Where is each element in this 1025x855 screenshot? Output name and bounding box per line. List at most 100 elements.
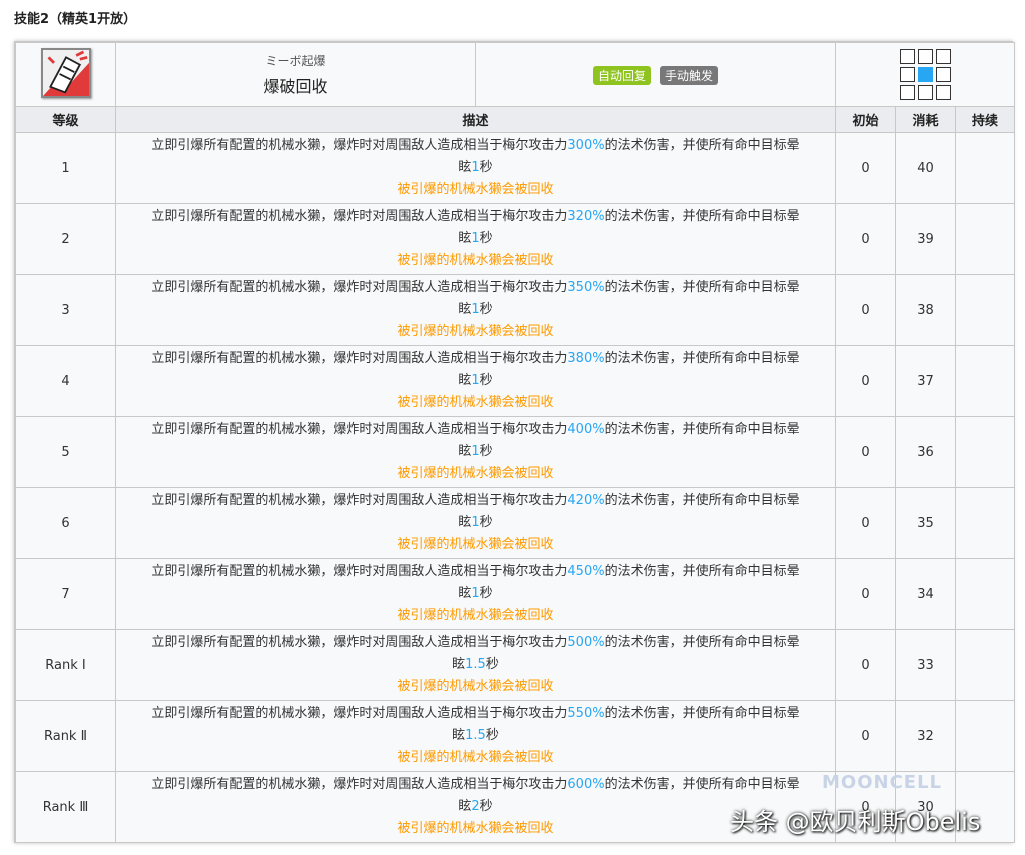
recycle-note: 被引爆的机械水獭会被回收 xyxy=(397,821,554,836)
desc-line-2: 眩1.5秒 xyxy=(452,657,499,672)
damage-percent: 450% xyxy=(567,564,605,579)
desc-line-1: 立即引爆所有配置的机械水獭，爆炸时对周围敌人造成相当于梅尔攻击力420%的法术伤… xyxy=(151,493,800,508)
recycle-note: 被引爆的机械水獭会被回收 xyxy=(397,750,554,765)
header-initial: 初始 xyxy=(835,106,896,133)
level-cell: 3 xyxy=(15,274,116,346)
duration-cell xyxy=(954,274,1016,346)
duration-cell xyxy=(954,558,1016,630)
stun-seconds: 1 xyxy=(471,373,480,388)
desc-line-2: 眩2秒 xyxy=(458,799,493,814)
skill-table: ミーボ起爆 爆破回收 自动回复 手动触发 等级 描述 初始 消耗 持续 1 立即引… xyxy=(15,42,1016,843)
level-cell: Rank Ⅱ xyxy=(15,700,116,772)
tag-manual-trigger: 手动触发 xyxy=(660,65,719,85)
damage-percent: 400% xyxy=(567,422,605,437)
duration-cell xyxy=(954,416,1016,488)
recycle-note: 被引爆的机械水獭会被回收 xyxy=(397,182,554,197)
table-row: 7 立即引爆所有配置的机械水獭，爆炸时对周围敌人造成相当于梅尔攻击力450%的法术… xyxy=(15,558,1016,630)
stun-seconds: 1.5 xyxy=(465,728,486,743)
damage-percent: 500% xyxy=(567,635,605,650)
desc-cell: 立即引爆所有配置的机械水獭，爆炸时对周围敌人造成相当于梅尔攻击力450%的法术伤… xyxy=(115,558,836,630)
desc-line-2: 眩1秒 xyxy=(458,160,493,175)
stun-seconds: 1 xyxy=(471,231,480,246)
skill-icon-cell xyxy=(15,42,116,107)
initial-cell: 0 xyxy=(835,558,896,630)
skill-tags-cell: 自动回复 手动触发 xyxy=(475,42,836,107)
desc-line-1: 立即引爆所有配置的机械水獭，爆炸时对周围敌人造成相当于梅尔攻击力400%的法术伤… xyxy=(151,422,800,437)
level-cell: Rank Ⅰ xyxy=(15,629,116,701)
initial-cell: 0 xyxy=(835,629,896,701)
desc-line-2: 眩1秒 xyxy=(458,231,493,246)
author-watermark: 头条 @欧贝利斯Obelis xyxy=(730,808,981,836)
desc-line-1: 立即引爆所有配置的机械水獭，爆炸时对周围敌人造成相当于梅尔攻击力350%的法术伤… xyxy=(151,280,800,295)
table-row: Rank Ⅱ 立即引爆所有配置的机械水獭，爆炸时对周围敌人造成相当于梅尔攻击力55… xyxy=(15,700,1016,772)
desc-cell: 立即引爆所有配置的机械水獭，爆炸时对周围敌人造成相当于梅尔攻击力600%的法术伤… xyxy=(115,771,836,843)
section-title: 技能2（精英1开放） xyxy=(14,12,137,27)
stun-seconds: 1 xyxy=(471,515,480,530)
recycle-note: 被引爆的机械水獭会被回收 xyxy=(397,253,554,268)
damage-percent: 550% xyxy=(567,706,605,721)
cost-cell: 33 xyxy=(895,629,956,701)
table-row: 3 立即引爆所有配置的机械水獭，爆炸时对周围敌人造成相当于梅尔攻击力350%的法术… xyxy=(15,274,1016,346)
initial-cell: 0 xyxy=(835,274,896,346)
skill-range-cell xyxy=(834,42,1016,107)
recycle-note: 被引爆的机械水獭会被回收 xyxy=(397,608,554,623)
desc-cell: 立即引爆所有配置的机械水獭，爆炸时对周围敌人造成相当于梅尔攻击力320%的法术伤… xyxy=(115,203,836,275)
duration-cell xyxy=(954,629,1016,701)
table-row: 1 立即引爆所有配置的机械水獭，爆炸时对周围敌人造成相当于梅尔攻击力300%的法术… xyxy=(15,132,1016,204)
desc-line-1: 立即引爆所有配置的机械水獭，爆炸时对周围敌人造成相当于梅尔攻击力550%的法术伤… xyxy=(151,706,800,721)
desc-line-1: 立即引爆所有配置的机械水獭，爆炸时对周围敌人造成相当于梅尔攻击力380%的法术伤… xyxy=(151,351,800,366)
skill-box: ミーボ起爆 爆破回收 自动回复 手动触发 等级 描述 初始 消耗 持续 1 立即引… xyxy=(14,41,1016,843)
level-cell: Rank Ⅲ xyxy=(15,771,116,843)
recycle-note: 被引爆的机械水獭会被回收 xyxy=(397,395,554,410)
recycle-note: 被引爆的机械水獭会被回收 xyxy=(397,324,554,339)
recycle-note: 被引爆的机械水獭会被回收 xyxy=(397,466,554,481)
damage-percent: 350% xyxy=(567,280,605,295)
site-watermark: MOONCELL xyxy=(822,772,943,793)
skill-name-cn: 爆破回收 xyxy=(263,77,328,96)
column-header-row: 等级 描述 初始 消耗 持续 xyxy=(15,106,1016,133)
cost-cell: 32 xyxy=(895,700,956,772)
desc-line-1: 立即引爆所有配置的机械水獭，爆炸时对周围敌人造成相当于梅尔攻击力300%的法术伤… xyxy=(151,138,800,153)
table-row: Rank Ⅰ 立即引爆所有配置的机械水獭，爆炸时对周围敌人造成相当于梅尔攻击力50… xyxy=(15,629,1016,701)
damage-percent: 380% xyxy=(567,351,605,366)
desc-line-1: 立即引爆所有配置的机械水獭，爆炸时对周围敌人造成相当于梅尔攻击力600%的法术伤… xyxy=(151,777,800,792)
stun-seconds: 1.5 xyxy=(465,657,486,672)
duration-cell xyxy=(954,345,1016,417)
tag-auto-recovery: 自动回复 xyxy=(592,65,651,85)
desc-line-2: 眩1秒 xyxy=(458,444,493,459)
damage-percent: 600% xyxy=(567,777,605,792)
attack-range-grid xyxy=(899,49,951,100)
desc-line-2: 眩1秒 xyxy=(458,515,493,530)
recycle-note: 被引爆的机械水獭会被回收 xyxy=(397,537,554,552)
desc-cell: 立即引爆所有配置的机械水獭，爆炸时对周围敌人造成相当于梅尔攻击力300%的法术伤… xyxy=(115,132,836,204)
detonate-skill-icon xyxy=(40,47,91,98)
skill-name-cell: ミーボ起爆 爆破回收 xyxy=(115,42,476,107)
initial-cell: 0 xyxy=(835,416,896,488)
damage-percent: 320% xyxy=(567,209,605,224)
header-duration: 持续 xyxy=(954,106,1016,133)
skill-header-row: ミーボ起爆 爆破回收 自动回复 手动触发 xyxy=(15,42,1016,107)
duration-cell xyxy=(954,700,1016,772)
desc-cell: 立即引爆所有配置的机械水獭，爆炸时对周围敌人造成相当于梅尔攻击力380%的法术伤… xyxy=(115,345,836,417)
desc-cell: 立即引爆所有配置的机械水獭，爆炸时对周围敌人造成相当于梅尔攻击力350%的法术伤… xyxy=(115,274,836,346)
table-row: 4 立即引爆所有配置的机械水獭，爆炸时对周围敌人造成相当于梅尔攻击力380%的法术… xyxy=(15,345,1016,417)
cost-cell: 34 xyxy=(895,558,956,630)
header-cost: 消耗 xyxy=(895,106,956,133)
table-row: 6 立即引爆所有配置的机械水獭，爆炸时对周围敌人造成相当于梅尔攻击力420%的法术… xyxy=(15,487,1016,559)
cost-cell: 35 xyxy=(895,487,956,559)
level-cell: 6 xyxy=(15,487,116,559)
cost-cell: 37 xyxy=(895,345,956,417)
cost-cell: 40 xyxy=(895,132,956,204)
desc-line-2: 眩1.5秒 xyxy=(452,728,499,743)
stun-seconds: 2 xyxy=(471,799,480,814)
level-cell: 1 xyxy=(15,132,116,204)
desc-line-1: 立即引爆所有配置的机械水獭，爆炸时对周围敌人造成相当于梅尔攻击力500%的法术伤… xyxy=(151,635,800,650)
desc-line-2: 眩1秒 xyxy=(458,586,493,601)
stun-seconds: 1 xyxy=(471,586,480,601)
initial-cell: 0 xyxy=(835,132,896,204)
initial-cell: 0 xyxy=(835,345,896,417)
desc-cell: 立即引爆所有配置的机械水獭，爆炸时对周围敌人造成相当于梅尔攻击力420%的法术伤… xyxy=(115,487,836,559)
cost-cell: 36 xyxy=(895,416,956,488)
duration-cell xyxy=(954,487,1016,559)
stun-seconds: 1 xyxy=(471,444,480,459)
